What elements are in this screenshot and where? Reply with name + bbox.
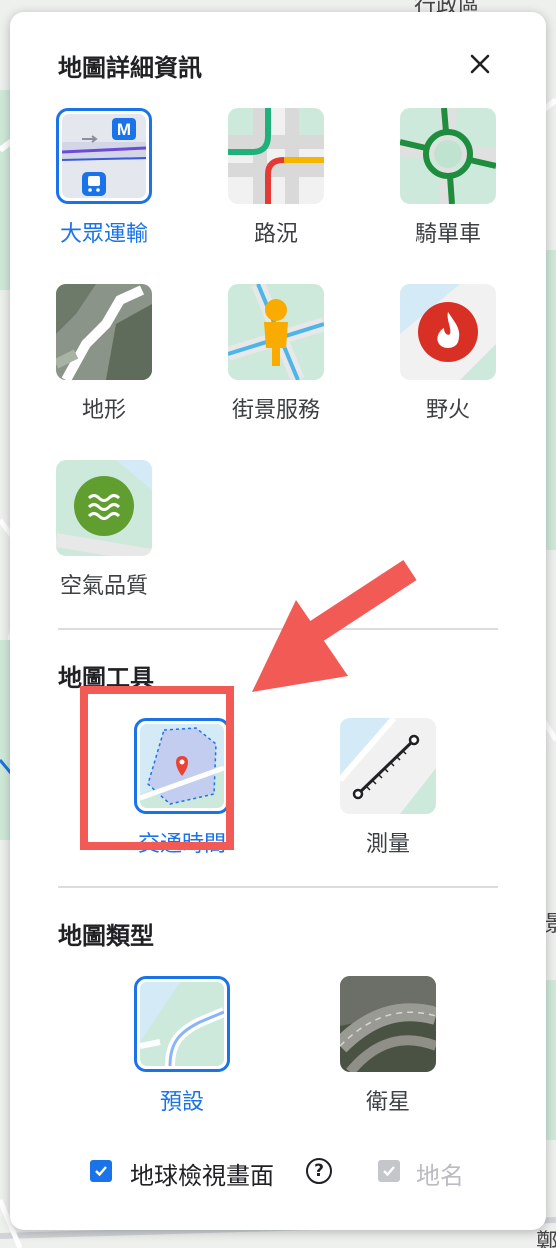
wildfire-thumbnail (400, 284, 496, 380)
satellite-thumbnail (340, 976, 436, 1072)
map-type-satellite[interactable]: 衛星 (328, 976, 448, 1116)
transit-thumbnail: M (56, 108, 152, 204)
travel-time-label: 交通時間 (137, 832, 226, 857)
layer-biking[interactable]: 騎單車 (388, 108, 508, 248)
layer-transit[interactable]: M 大眾運輸 (44, 108, 164, 248)
terrain-label: 地形 (81, 398, 126, 423)
traffic-icon (228, 108, 324, 204)
layer-wildfire[interactable]: 野火 (388, 284, 508, 424)
travel-time-thumbnail (134, 718, 230, 814)
street-view-thumbnail (228, 284, 324, 380)
measure-thumbnail (340, 718, 436, 814)
transit-label: 大眾運輸 (59, 222, 148, 247)
terrain-icon (56, 284, 152, 380)
tool-measure[interactable]: 測量 (328, 718, 448, 858)
globe-view-label[interactable]: 地球檢視畫面 (130, 1156, 274, 1191)
measure-icon (340, 718, 436, 814)
svg-text:M: M (117, 120, 131, 139)
transit-icon: M (62, 114, 146, 198)
traffic-label: 路況 (253, 222, 298, 247)
air-quality-icon (56, 460, 152, 556)
layer-traffic[interactable]: 路況 (216, 108, 336, 248)
labels-checkbox (378, 1160, 400, 1182)
tool-travel-time[interactable]: 交通時間 (122, 718, 242, 858)
labels-toggle-label: 地名 (416, 1162, 464, 1190)
default-map-label: 預設 (159, 1090, 204, 1115)
default-map-thumbnail (134, 976, 230, 1072)
biking-icon (400, 108, 496, 204)
satellite-label: 衛星 (365, 1090, 410, 1115)
section-divider (58, 886, 498, 888)
biking-label: 騎單車 (414, 222, 481, 247)
map-details-title: 地圖詳細資訊 (58, 54, 202, 82)
layer-terrain[interactable]: 地形 (44, 284, 164, 424)
traffic-thumbnail (228, 108, 324, 204)
air-quality-thumbnail (56, 460, 152, 556)
map-type-title: 地圖類型 (58, 922, 154, 950)
checkmark-icon (383, 1166, 395, 1177)
bottom-options: 地球檢視畫面 ? 地名 (10, 1154, 546, 1194)
biking-thumbnail (400, 108, 496, 204)
terrain-thumbnail (56, 284, 152, 380)
map-tools-title: 地圖工具 (58, 664, 154, 692)
layer-street-view[interactable]: 街景服務 (216, 284, 336, 424)
street-view-icon (228, 284, 324, 380)
travel-time-icon (140, 724, 224, 808)
close-icon (470, 54, 490, 74)
measure-label: 測量 (365, 832, 410, 857)
help-icon[interactable]: ? (306, 1158, 332, 1184)
wildfire-label: 野火 (425, 398, 470, 423)
wildfire-icon (400, 284, 496, 380)
map-layers-panel: 地圖詳細資訊 M 大眾運輸 路況 騎單車 地形 街景服務 野火 空氣品質 地圖工… (10, 12, 546, 1230)
default-map-icon (140, 982, 224, 1066)
close-button[interactable] (462, 46, 498, 82)
street-view-label: 街景服務 (231, 398, 320, 423)
air-quality-label: 空氣品質 (59, 574, 148, 599)
globe-view-checkbox[interactable] (90, 1160, 112, 1182)
layer-air-quality[interactable]: 空氣品質 (44, 460, 164, 600)
section-divider (58, 628, 498, 630)
satellite-icon (340, 976, 436, 1072)
checkmark-icon (95, 1166, 107, 1177)
map-type-default[interactable]: 預設 (122, 976, 242, 1116)
